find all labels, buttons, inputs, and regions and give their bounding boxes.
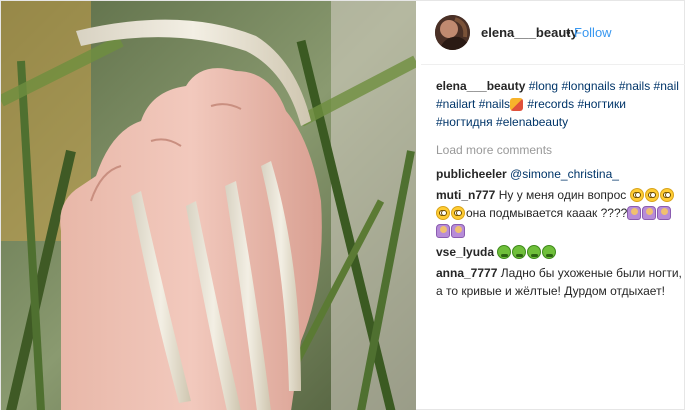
rolling-eyes-icon [659,188,674,202]
hashtag[interactable]: #ногтидня [436,115,493,129]
comment: anna_7777 Ладно бы ухоженые были ногти, … [436,264,685,300]
comment: vse_lyuda [436,243,685,261]
header-separator: • [566,25,571,40]
post-sidebar: elena___beauty • Follow elena___beauty #… [421,1,685,410]
sick-face-icon [527,245,542,259]
woman-gesture-icon [657,206,672,220]
avatar-image [435,15,470,50]
long-nails-photo [1,1,416,410]
load-more-comments-button[interactable]: Load more comments [436,141,685,159]
comment-username[interactable]: muti_n777 [436,188,495,202]
hashtag[interactable]: #nails [619,79,650,93]
rolling-eyes-icon [629,188,644,202]
comment-username[interactable]: anna_7777 [436,266,497,280]
rolling-eyes-icon [436,206,450,220]
comment-text: Ну у меня один вопрос [498,188,627,202]
hashtag[interactable]: #ногтики [577,97,626,111]
comment-text: она подмывается кааак ???? [466,206,628,220]
avatar[interactable] [435,15,470,50]
hashtag[interactable]: #longnails [561,79,615,93]
instagram-post: elena___beauty • Follow elena___beauty #… [0,0,685,410]
hashtag[interactable]: #nailart [436,97,475,111]
sick-face-icon [497,245,512,259]
woman-gesture-icon [627,206,642,220]
woman-gesture-icon [436,224,450,238]
comments-list: elena___beauty #long #longnails #nails #… [436,77,685,300]
post-photo[interactable] [1,1,416,410]
post-header: elena___beauty • Follow [421,1,685,65]
hashtag[interactable]: #nail [654,79,679,93]
sick-face-icon [512,245,527,259]
comment: publicheeler @simone_christina_ [436,165,685,183]
follow-button[interactable]: Follow [574,25,612,40]
rolling-eyes-icon [451,206,465,220]
hashtag[interactable]: #long [529,79,558,93]
comment-username[interactable]: vse_lyuda [436,245,494,259]
hashtag[interactable]: #nails [479,97,510,111]
woman-gesture-icon [451,224,465,238]
hashtag[interactable]: #records [527,97,574,111]
caption-username[interactable]: elena___beauty [436,79,525,93]
woman-gesture-icon [642,206,657,220]
comment-username[interactable]: publicheeler [436,167,507,181]
mention-link[interactable]: @simone_christina_ [510,167,619,181]
rolling-eyes-icon [644,188,659,202]
header-username[interactable]: elena___beauty [481,25,578,40]
hashtag[interactable]: #elenabeauty [496,115,568,129]
comment: muti_n777 Ну у меня один вопрос она подм… [436,186,685,240]
caption: elena___beauty #long #longnails #nails #… [436,77,685,131]
nail-polish-icon [510,98,524,111]
sick-face-icon [542,245,557,259]
